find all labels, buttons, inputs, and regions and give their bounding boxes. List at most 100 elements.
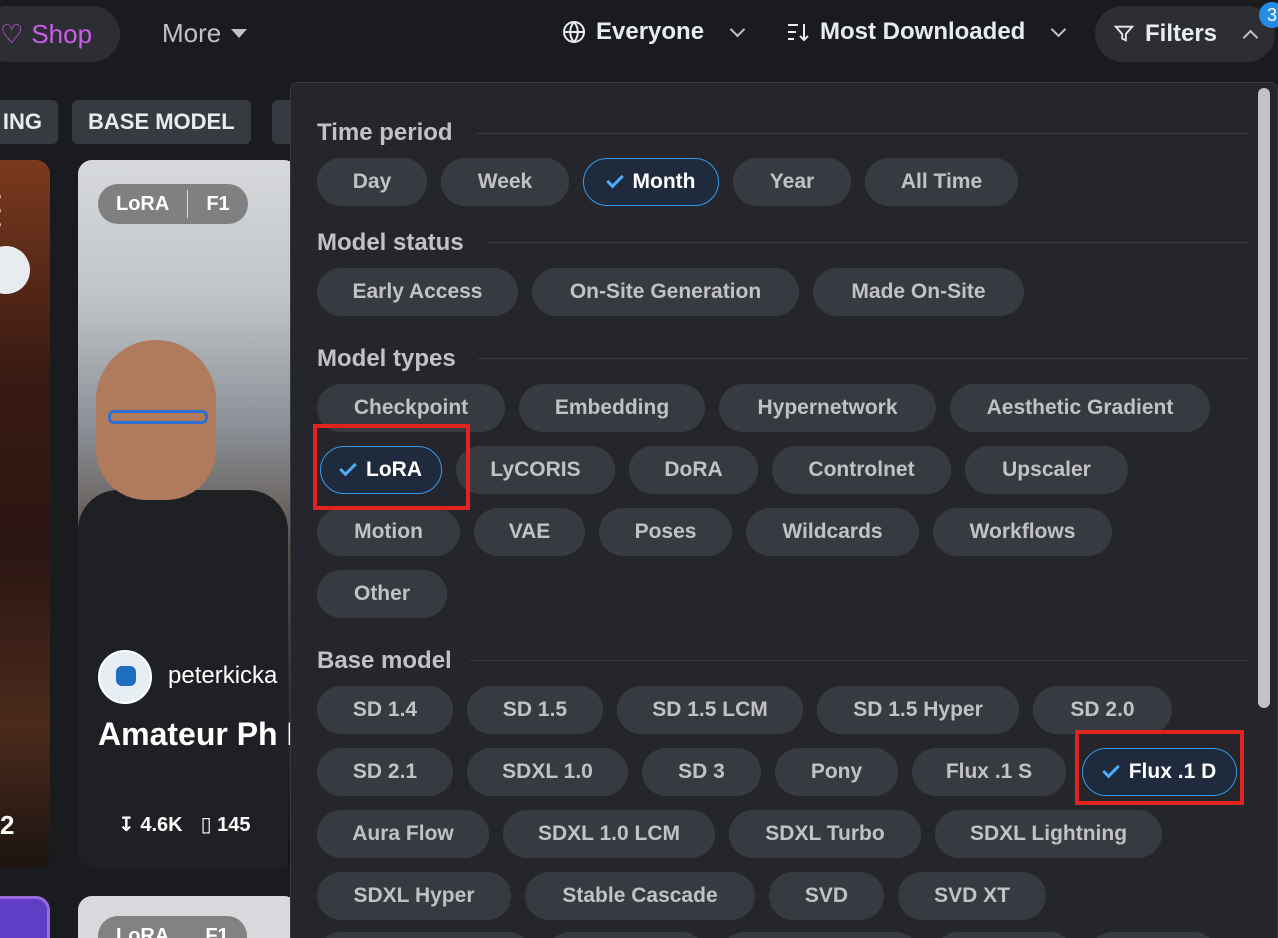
shop-icon: ♡ [0, 18, 24, 49]
type-chip-dora[interactable]: DoRA [629, 446, 758, 494]
highlight-box-flux-1-d [1075, 730, 1244, 805]
type-chip-workflows[interactable]: Workflows [933, 508, 1112, 556]
base-chip-flux-1-s[interactable]: Flux .1 S [912, 748, 1066, 796]
base-chip-svd-xt[interactable]: SVD XT [898, 872, 1046, 920]
base-chip-sdxl-hyper[interactable]: SDXL Hyper [317, 872, 511, 920]
model-card[interactable]: LoRA F1 [78, 896, 298, 938]
section-label-time-period: Time period [317, 119, 453, 146]
bookmark-stat: ▯ 145 [201, 812, 251, 837]
top-bar: ♡ Shop More Everyone Most Downloaded Fil… [0, 0, 1278, 70]
base-chip-partial[interactable] [1088, 932, 1218, 938]
base-chip-svd[interactable]: SVD [769, 872, 884, 920]
more-label: More [162, 18, 222, 48]
chevron-down-icon [1051, 21, 1067, 37]
sort-dropdown[interactable]: Most Downloaded [786, 18, 1067, 46]
base-chip-partial[interactable] [934, 932, 1074, 938]
time-chip-month-label: Month [632, 170, 696, 193]
category-chip[interactable]: ING [0, 100, 58, 144]
download-stat: ↧ 4.6K [118, 812, 183, 837]
time-chip-year[interactable]: Year [733, 158, 851, 206]
card-username[interactable]: peterkicka [168, 662, 277, 690]
audience-label: Everyone [596, 18, 705, 45]
base-chip-sd-2-0[interactable]: SD 2.0 [1033, 686, 1172, 734]
card-title[interactable]: Amateur Ph Dev] [98, 714, 298, 754]
card-tags: LoRA F1 [98, 916, 247, 938]
chevron-up-icon [1242, 29, 1259, 45]
divider [476, 133, 1248, 134]
base-chip-partial[interactable] [720, 932, 920, 938]
more-options-icon[interactable]: ••• [0, 183, 2, 239]
time-chip-day[interactable]: Day [317, 158, 427, 206]
base-chip-sdxl-turbo[interactable]: SDXL Turbo [729, 810, 921, 858]
status-chip-on-site-generation[interactable]: On-Site Generation [532, 268, 799, 316]
shop-label: Shop [31, 18, 93, 49]
type-chip-aesthetic-gradient[interactable]: Aesthetic Gradient [950, 384, 1210, 432]
highlight-box-lora [313, 424, 470, 510]
base-chip-sd-1-5-lcm[interactable]: SD 1.5 LCM [617, 686, 803, 734]
base-chip-aura-flow[interactable]: Aura Flow [317, 810, 489, 858]
base-chip-partial[interactable] [317, 932, 532, 938]
more-menu-button[interactable]: More [162, 18, 248, 49]
download-icon: ↧ [118, 814, 135, 836]
card-stat: 2 [0, 810, 15, 840]
base-chip-sd-1-4[interactable]: SD 1.4 [317, 686, 453, 734]
type-chip-embedding[interactable]: Embedding [519, 384, 705, 432]
base-chip-partial[interactable] [546, 932, 706, 938]
section-label-model-status: Model status [317, 229, 464, 256]
base-chip-sdxl-lightning[interactable]: SDXL Lightning [935, 810, 1162, 858]
base-chip-sd-1-5[interactable]: SD 1.5 [467, 686, 603, 734]
base-chip-sd-2-1[interactable]: SD 2.1 [317, 748, 453, 796]
chevron-down-icon [729, 21, 746, 37]
filters-button[interactable]: Filters [1095, 6, 1275, 62]
type-chip-wildcards[interactable]: Wildcards [746, 508, 919, 556]
type-chip-lycoris[interactable]: LyCORIS [456, 446, 615, 494]
filters-count-badge: 3 [1259, 2, 1278, 28]
section-label-model-types: Model types [317, 345, 456, 372]
base-chip-pony[interactable]: Pony [775, 748, 898, 796]
base-chip-sd-1-5-hyper[interactable]: SD 1.5 Hyper [817, 686, 1019, 734]
globe-icon [563, 21, 585, 43]
audience-dropdown[interactable]: Everyone [562, 18, 746, 46]
type-chip-vae[interactable]: VAE [474, 508, 585, 556]
base-chip-sd-3[interactable]: SD 3 [642, 748, 761, 796]
time-chip-week[interactable]: Week [441, 158, 569, 206]
time-chip-all-time[interactable]: All Time [865, 158, 1018, 206]
type-chip-motion[interactable]: Motion [317, 508, 460, 556]
model-card[interactable] [0, 896, 50, 938]
type-chip-poses[interactable]: Poses [599, 508, 732, 556]
bookmark-count: 145 [217, 814, 251, 836]
base-chip-sdxl-1-0[interactable]: SDXL 1.0 [467, 748, 628, 796]
card-image-shape [108, 410, 208, 424]
sort-label: Most Downloaded [820, 18, 1026, 45]
divider [488, 242, 1248, 243]
category-chip-base-model[interactable]: BASE MODEL [72, 100, 251, 144]
avatar[interactable] [98, 650, 152, 704]
type-chip-controlnet[interactable]: Controlnet [772, 446, 951, 494]
status-chip-early-access[interactable]: Early Access [317, 268, 518, 316]
base-chip-sdxl-1-0-lcm[interactable]: SDXL 1.0 LCM [503, 810, 715, 858]
shop-button[interactable]: ♡ Shop [0, 6, 120, 62]
time-chip-month[interactable]: Month [583, 158, 719, 206]
filter-icon [1113, 25, 1135, 42]
bookmark-icon: ▯ [200, 814, 212, 836]
card-tag-base: F1 [206, 192, 230, 215]
download-count: 4.6K [140, 814, 183, 836]
card-tags: LoRA F1 [98, 184, 248, 224]
page: ♡ Shop More Everyone Most Downloaded Fil… [0, 0, 1278, 938]
section-label-base-model: Base model [317, 647, 452, 674]
sort-icon [788, 24, 809, 42]
card-tag-base: F1 [205, 924, 229, 938]
card-tag-type: LoRA [116, 192, 170, 215]
card-stats: ↧ 4.6K ▯ 145 [118, 812, 251, 837]
model-card[interactable]: LoRA F1 peterkicka Amateur Ph Dev] ↧ 4.6… [78, 160, 298, 868]
card-tag-type: LoRA [116, 924, 170, 938]
type-chip-upscaler[interactable]: Upscaler [965, 446, 1128, 494]
filters-scrollbar[interactable] [1258, 88, 1270, 708]
type-chip-other[interactable]: Other [317, 570, 447, 618]
divider [470, 660, 1248, 661]
type-chip-hypernetwork[interactable]: Hypernetwork [719, 384, 936, 432]
status-chip-made-on-site[interactable]: Made On-Site [813, 268, 1024, 316]
caret-down-icon [231, 29, 248, 38]
divider [478, 358, 1248, 359]
base-chip-stable-cascade[interactable]: Stable Cascade [525, 872, 755, 920]
